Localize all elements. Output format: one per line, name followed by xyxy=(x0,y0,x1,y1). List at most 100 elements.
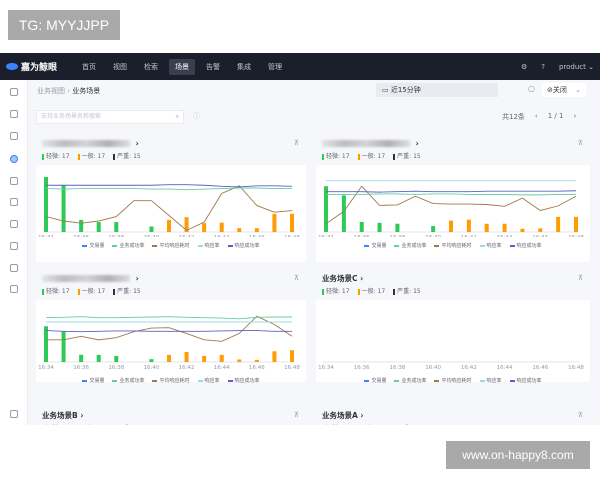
settings-icon[interactable]: ⚙ xyxy=(521,63,527,71)
alert-stats: 轻微: 17 一般: 17 严重: 15 xyxy=(42,286,300,295)
sidebar-item-icon[interactable] xyxy=(10,242,18,250)
sidebar-item-icon[interactable] xyxy=(10,110,18,118)
legend-item[interactable]: 响应成功率 xyxy=(509,377,542,384)
legend-item[interactable]: 平均响应耗时 xyxy=(152,242,190,249)
card-title[interactable]: 业务场景B › xyxy=(42,409,300,421)
x-tick-label: 16:44 xyxy=(214,365,230,371)
pin-icon[interactable]: ⊼ xyxy=(294,411,299,419)
collapse-sidebar-icon[interactable] xyxy=(10,410,18,418)
pin-icon[interactable]: ⊼ xyxy=(578,139,583,147)
sidebar xyxy=(0,80,28,425)
legend-item[interactable]: 平均响应耗时 xyxy=(152,377,190,384)
x-tick-label: 16:40 xyxy=(425,365,441,371)
card-title[interactable]: › xyxy=(42,272,300,284)
x-tick-label: 16:44 xyxy=(497,235,513,237)
breadcrumb-parent[interactable]: 业务视图 xyxy=(37,87,65,95)
sidebar-item-icon[interactable] xyxy=(10,177,18,185)
scenario-card: 业务场景C › 轻微: 17 一般: 17 严重: 15 ⊼ 16:34 16:36… xyxy=(316,268,590,384)
sidebar-item-icon[interactable] xyxy=(10,198,18,206)
nav-item[interactable]: 告警 xyxy=(200,59,226,75)
legend-item[interactable]: 响应率 xyxy=(197,242,220,249)
series-line xyxy=(326,190,577,193)
nav-item[interactable]: 检索 xyxy=(138,59,164,75)
x-tick-label: 16:42 xyxy=(461,235,477,237)
legend-item[interactable]: 业务成功率 xyxy=(112,242,144,249)
legend-item[interactable]: 交易量 xyxy=(82,242,104,249)
bar xyxy=(431,226,436,232)
logo-icon xyxy=(6,63,18,70)
sidebar-item-icon[interactable] xyxy=(10,285,18,293)
blurred-title xyxy=(42,274,130,282)
pin-icon[interactable]: ⊼ xyxy=(578,274,583,282)
x-tick-label: 16:38 xyxy=(389,365,405,371)
bar xyxy=(149,226,154,232)
bar xyxy=(377,222,382,232)
legend-item[interactable]: 交易量 xyxy=(364,242,386,249)
bar xyxy=(202,355,207,362)
legend-item[interactable]: 响应率 xyxy=(479,242,502,249)
sidebar-item-icon[interactable] xyxy=(10,220,18,228)
legend-item[interactable]: 响应率 xyxy=(479,377,502,384)
series-line xyxy=(46,184,293,188)
x-tick-label: 16:36 xyxy=(73,235,89,237)
nav-item[interactable]: 集成 xyxy=(231,59,257,75)
help-circle-icon[interactable]: ⓘ xyxy=(193,111,200,121)
bar xyxy=(61,185,66,232)
nav-item[interactable]: 首页 xyxy=(76,59,102,75)
legend-item[interactable]: 响应成功率 xyxy=(509,242,542,249)
bar xyxy=(395,223,400,232)
legend-item[interactable]: 平均响应耗时 xyxy=(434,242,472,249)
alert-stats: 轻微: 17 一般: 17 严重: 15 xyxy=(42,151,300,160)
next-page-button[interactable]: › xyxy=(573,112,576,122)
legend-item[interactable]: 业务成功率 xyxy=(394,242,426,249)
x-tick-label: 16:42 xyxy=(179,365,195,371)
refresh-icon[interactable]: ○ xyxy=(528,84,535,93)
legend-item[interactable]: 交易量 xyxy=(82,377,104,384)
legend-item[interactable]: 交易量 xyxy=(364,377,386,384)
card-header: › 轻微: 17 一般: 17 严重: 15 ⊼ xyxy=(36,133,306,165)
user-menu[interactable]: product ⌄ xyxy=(559,63,594,71)
bar xyxy=(96,222,101,232)
auto-refresh-select[interactable]: ⊘关闭 ⌄ xyxy=(542,83,586,97)
sidebar-item-icon[interactable] xyxy=(10,132,18,140)
card-title[interactable]: › xyxy=(42,137,300,149)
x-tick-label: 16:44 xyxy=(214,235,230,237)
legend-item[interactable]: 业务成功率 xyxy=(112,377,144,384)
bar xyxy=(202,223,207,232)
pin-icon[interactable]: ⊼ xyxy=(578,411,583,419)
x-tick-label: 16:36 xyxy=(354,365,370,371)
sidebar-item-icon[interactable] xyxy=(10,155,18,163)
series-line xyxy=(46,315,293,342)
prev-page-button[interactable]: ‹ xyxy=(535,112,538,122)
pin-icon[interactable]: ⊼ xyxy=(294,274,299,282)
chart: 16:34 16:36 16:38 16:40 16:42 16:44 16:46 16:48 xyxy=(318,361,584,371)
pagination: 共12条 ‹ 1 / 1 › xyxy=(502,112,577,122)
pin-icon[interactable]: ⊼ xyxy=(294,139,299,147)
bar xyxy=(341,195,346,232)
card-header: › 轻微: 17 一般: 17 严重: 15 ⊼ xyxy=(316,133,590,165)
help-icon[interactable]: ? xyxy=(541,63,545,71)
bar xyxy=(574,216,578,232)
legend-item[interactable]: 平均响应耗时 xyxy=(434,377,472,384)
card-title[interactable]: 业务场景C › xyxy=(322,272,584,284)
legend-item[interactable]: 响应率 xyxy=(197,377,220,384)
legend-item[interactable]: 业务成功率 xyxy=(394,377,426,384)
nav-item[interactable]: 管理 xyxy=(262,59,288,75)
top-nav-bar: 嘉为鲸眼 首页 视图 检索 场景 告警 集成 管理 ⚙ ? product ⌄ xyxy=(0,53,600,80)
card-header: 业务场景A › 轻微: 17 一般: 17 严重: 15 ⊼ xyxy=(316,405,590,425)
logo[interactable]: 嘉为鲸眼 xyxy=(6,60,76,73)
x-tick-label: 16:48 xyxy=(568,365,584,371)
time-range-picker[interactable]: ▭ 近15分钟 xyxy=(376,83,498,97)
bar xyxy=(466,219,471,232)
card-title[interactable]: › xyxy=(322,137,584,149)
legend-item[interactable]: 响应成功率 xyxy=(227,242,260,249)
nav-item[interactable]: 视图 xyxy=(107,59,133,75)
nav-item[interactable]: 场景 xyxy=(169,58,195,75)
sidebar-item-icon[interactable] xyxy=(10,264,18,272)
bar xyxy=(219,354,224,362)
bar xyxy=(290,350,294,362)
search-input[interactable]: 支持业务场景名称搜索 ⌕ xyxy=(36,110,184,124)
legend-item[interactable]: 响应成功率 xyxy=(227,377,260,384)
sidebar-item-icon[interactable] xyxy=(10,88,18,96)
card-title[interactable]: 业务场景A › xyxy=(322,409,584,421)
